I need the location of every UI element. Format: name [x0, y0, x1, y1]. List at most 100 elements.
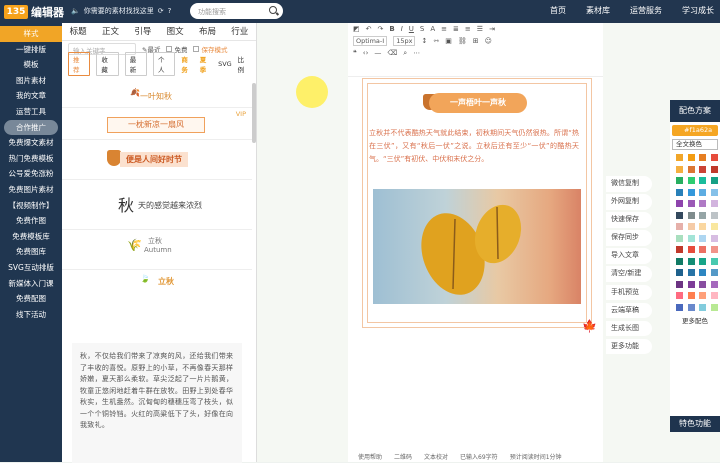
qrcode-link[interactable]: 二维码 — [394, 452, 412, 462]
color-swatch[interactable] — [699, 292, 706, 299]
notice[interactable]: 🔈 你需要的素材找找这里 ⟳ ? — [71, 6, 171, 16]
cloud-draft-button[interactable]: 云端草稿 — [606, 302, 652, 319]
color-swatch[interactable] — [676, 246, 683, 253]
leftnav-item-free-gallery[interactable]: 免费图库 — [0, 244, 62, 260]
color-swatch[interactable] — [710, 292, 718, 299]
color-swatch[interactable] — [699, 234, 706, 242]
html-icon[interactable]: ◩ — [353, 25, 360, 33]
color-swatch[interactable] — [676, 200, 683, 207]
bold-icon[interactable]: B — [389, 25, 394, 33]
color-swatch[interactable] — [676, 234, 683, 242]
leftnav-item-my-articles[interactable]: 我的文章 — [0, 88, 62, 104]
tab-industry[interactable]: 行业 — [231, 23, 248, 40]
more-tools-icon[interactable]: ⋯ — [413, 49, 420, 57]
leftnav-item-free-articles[interactable]: 免费爆文素材 — [0, 135, 62, 151]
color-swatch[interactable] — [687, 223, 695, 230]
color-swatch[interactable] — [699, 246, 706, 253]
link-icon[interactable]: ⛓ — [458, 37, 467, 45]
external-copy-button[interactable]: 外网复制 — [606, 194, 652, 210]
article-block[interactable]: 一声梧叶一声秋 立秋并不代表酷热天气就此结束，初秋期间天气仍然很热。所谓“热在三… — [362, 78, 597, 333]
template-card[interactable]: 便是人间好时节 — [62, 140, 252, 180]
leftnav-item-free-images[interactable]: 免费图片素材 — [0, 182, 62, 198]
chip-favorites[interactable]: 收藏 — [96, 52, 119, 76]
template-card[interactable]: 🍂 一叶知秋 — [62, 83, 252, 108]
color-swatch[interactable] — [710, 200, 718, 207]
poem-card[interactable]: 秋，不仅给我们带来了凉爽的风，还给我们带来了丰收的喜悦。原野上的小草，不再像春天… — [72, 343, 242, 463]
quote-icon[interactable]: ❝ — [353, 49, 357, 57]
leftnav-item-free-design[interactable]: 免费作图 — [0, 213, 62, 229]
help-link[interactable]: 使用帮助 — [358, 452, 382, 462]
tab-layout[interactable]: 布局 — [199, 23, 216, 40]
color-swatch[interactable] — [687, 246, 695, 253]
search-replace-icon[interactable]: ⌕ — [403, 49, 407, 58]
color-swatch[interactable] — [699, 257, 706, 265]
font-size-select[interactable]: 15px — [393, 36, 416, 46]
leftnav-item-hot-templates[interactable]: 热门免费模板 — [0, 151, 62, 167]
color-swatch[interactable] — [687, 211, 695, 219]
redo-icon[interactable]: ↷ — [378, 25, 384, 33]
leftnav-item-onekey[interactable]: 一键排版 — [0, 42, 62, 58]
color-swatch[interactable] — [676, 269, 683, 276]
quick-save-button[interactable]: 快速保存 — [606, 212, 652, 228]
color-swatch[interactable] — [676, 303, 683, 311]
template-card[interactable]: 🌾 立秋 Autumn — [62, 230, 252, 270]
color-swatch[interactable] — [687, 234, 695, 242]
leftnav-item-images[interactable]: 图片素材 — [0, 73, 62, 89]
leftnav-item-svg[interactable]: SVG互动排版 — [0, 260, 62, 276]
color-swatch[interactable] — [676, 154, 683, 161]
more-functions-button[interactable]: 更多功能 — [606, 338, 652, 355]
color-swatch[interactable] — [699, 154, 706, 161]
more-colors-button[interactable]: 更多配色 — [670, 315, 720, 325]
save-mode-option[interactable]: 保存模式 — [193, 44, 227, 54]
nav-services[interactable]: 运营服务 — [630, 5, 662, 16]
italic-icon[interactable]: I — [401, 25, 403, 33]
tab-image-text[interactable]: 图文 — [167, 23, 184, 40]
template-card[interactable]: 秋 天的感觉越来浓烈 — [62, 180, 252, 230]
chip-summer[interactable]: 夏季 — [200, 54, 212, 74]
template-card[interactable]: 🍃 立秋 — [62, 270, 252, 292]
color-swatch[interactable] — [699, 211, 706, 219]
proofread-link[interactable]: 文本校对 — [424, 452, 448, 462]
color-swatch[interactable] — [676, 292, 683, 299]
search-icon[interactable] — [269, 6, 277, 14]
color-swatch[interactable] — [710, 246, 718, 253]
color-swatch[interactable] — [676, 280, 683, 288]
color-swatch[interactable] — [710, 280, 718, 288]
leftnav-item-tools[interactable]: 运营工具 — [0, 104, 62, 120]
leftnav-item-offline[interactable]: 线下活动 — [0, 307, 62, 323]
leftnav-item-followers[interactable]: 公号爱免涨粉 — [0, 166, 62, 182]
nav-learning[interactable]: 学习成长 — [682, 5, 714, 16]
table-icon[interactable]: ⊞ — [473, 37, 479, 45]
tab-title[interactable]: 标题 — [70, 23, 87, 40]
emoji-icon[interactable]: ☺ — [485, 37, 492, 45]
article-body[interactable]: 立秋并不代表酷热天气就此结束，初秋期间天气仍然很热。所谓“热在三伏”，又有“秋后… — [369, 127, 579, 166]
leftnav-item-course[interactable]: 新媒体入门课 — [0, 276, 62, 292]
font-family-select[interactable]: Optima-I — [353, 36, 388, 46]
tab-guide[interactable]: 引导 — [134, 23, 151, 40]
color-swatch[interactable] — [699, 303, 706, 311]
color-swatch[interactable] — [687, 280, 695, 288]
color-swatch[interactable] — [710, 211, 718, 219]
save-sync-button[interactable]: 保存同步 — [606, 230, 652, 246]
color-swatch[interactable] — [687, 269, 695, 276]
panel-scrollbar[interactable] — [252, 83, 256, 143]
autumn-leaf-photo[interactable] — [373, 189, 581, 304]
color-swatch[interactable] — [687, 200, 695, 207]
color-swatch[interactable] — [676, 165, 683, 173]
color-swatch[interactable] — [710, 188, 718, 196]
leftnav-item-free-template-lib[interactable]: 免费模板库 — [0, 229, 62, 245]
divider-icon[interactable]: — — [374, 49, 381, 57]
save-mode-checkbox[interactable] — [193, 46, 200, 52]
color-swatch[interactable] — [687, 154, 695, 161]
help-icon[interactable]: ? — [168, 7, 172, 15]
align-center-icon[interactable]: ≣ — [453, 25, 459, 33]
chip-svg[interactable]: SVG — [218, 60, 232, 68]
align-right-icon[interactable]: ≡ — [465, 25, 471, 33]
color-swatch[interactable] — [699, 200, 706, 207]
color-swatch[interactable] — [699, 269, 706, 276]
color-swatch[interactable] — [699, 223, 706, 230]
color-swatch[interactable] — [676, 188, 683, 196]
color-swatch[interactable] — [687, 188, 695, 196]
color-swatch[interactable] — [676, 177, 683, 184]
refresh-icon[interactable]: ⟳ — [158, 7, 164, 15]
